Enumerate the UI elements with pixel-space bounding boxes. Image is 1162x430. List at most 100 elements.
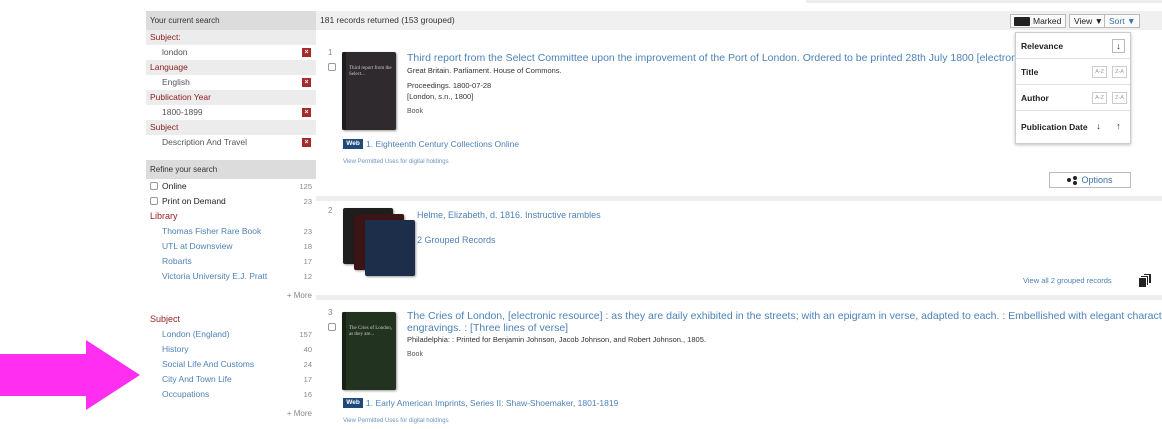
web-badge: Web bbox=[343, 139, 363, 149]
current-facet-value: london × bbox=[146, 45, 316, 60]
record-imprint: [London, s.n., 1800] bbox=[407, 92, 474, 101]
sort-author[interactable]: Author A-Z Z-A bbox=[1016, 85, 1130, 111]
options-label: Options bbox=[1081, 175, 1113, 185]
facet-subject-item[interactable]: London (England) 157 bbox=[146, 327, 316, 342]
refine-search-header: Refine your search bbox=[146, 160, 316, 179]
view-button[interactable]: View ▼ bbox=[1069, 14, 1109, 28]
record-format: Book bbox=[407, 351, 423, 358]
arrow-down-icon[interactable]: ↓ bbox=[1092, 120, 1105, 134]
remove-filter-icon[interactable]: × bbox=[302, 78, 311, 87]
sort-button[interactable]: Sort ▼ bbox=[1104, 14, 1141, 28]
print-on-demand-checkbox[interactable] bbox=[150, 197, 158, 205]
results-count: 181 records returned (153 grouped) bbox=[320, 15, 455, 25]
sort-za-button[interactable]: Z-A bbox=[1112, 92, 1127, 104]
book-spine bbox=[342, 52, 346, 130]
book-cover[interactable]: Third report from the Select... bbox=[342, 52, 396, 130]
cover-text: The Cries of London, as they are... bbox=[349, 326, 393, 337]
current-search-header: Your current search bbox=[146, 11, 316, 30]
record-proceedings: Proceedings. 1800-07-28 bbox=[407, 81, 492, 90]
sort-publication-date[interactable]: Publication Date ↓ ↑ bbox=[1016, 111, 1130, 143]
marked-label: Marked bbox=[1033, 16, 1062, 26]
permitted-uses-link[interactable]: View Permitted Uses for digital holdings bbox=[343, 159, 449, 165]
book-spine bbox=[342, 312, 346, 390]
sort-relevance[interactable]: Relevance ↓ bbox=[1016, 33, 1130, 59]
remove-filter-icon[interactable]: × bbox=[302, 48, 311, 57]
remove-filter-icon[interactable]: × bbox=[302, 108, 311, 117]
record-author: Great Britain. Parliament. House of Comm… bbox=[407, 66, 562, 75]
facet-count: 157 bbox=[299, 330, 312, 339]
current-facet-category: Subject bbox=[146, 120, 316, 135]
current-facet-category: Publication Year bbox=[146, 90, 316, 105]
sort-za-button[interactable]: Z-A bbox=[1112, 66, 1127, 78]
book-cover[interactable]: The Cries of London, as they are... bbox=[342, 312, 396, 390]
web-badge: Web bbox=[343, 398, 363, 408]
facet-label: Social Life And Customs bbox=[162, 359, 255, 369]
sort-label: Title bbox=[1021, 67, 1039, 77]
facet-label: Occupations bbox=[162, 389, 210, 399]
record-number: 3 bbox=[328, 308, 333, 317]
subject-more-link[interactable]: + More bbox=[146, 406, 316, 421]
facet-count: 23 bbox=[303, 227, 312, 236]
results-area: 181 records returned (153 grouped) Marke… bbox=[316, 0, 1162, 430]
arrow-up-icon[interactable]: ↑ bbox=[1112, 120, 1125, 134]
record-divider bbox=[316, 295, 1162, 300]
sort-az-button[interactable]: A-Z bbox=[1092, 66, 1107, 78]
permitted-uses-link[interactable]: View Permitted Uses for digital holdings bbox=[343, 418, 449, 424]
online-access-link[interactable]: 1. Eighteenth Century Collections Online bbox=[366, 139, 519, 149]
facet-subject-item[interactable]: Social Life And Customs 24 bbox=[146, 357, 316, 372]
cover-text: Third report from the Select... bbox=[349, 66, 392, 77]
facet-value-label: Description And Travel bbox=[162, 137, 248, 147]
facet-label: Thomas Fisher Rare Book bbox=[162, 226, 262, 236]
online-access-link[interactable]: 1. Early American Imprints, Series II: S… bbox=[366, 398, 618, 408]
record-title[interactable]: Helme, Elizabeth, d. 1816. Instructive r… bbox=[417, 210, 601, 221]
remove-filter-icon[interactable]: × bbox=[302, 138, 311, 147]
record-checkbox[interactable] bbox=[328, 63, 336, 71]
record-title-continued[interactable]: engravings. : [Three lines of verse] bbox=[407, 323, 568, 334]
record-divider bbox=[316, 196, 1162, 201]
facet-label: History bbox=[162, 344, 189, 354]
record-number: 2 bbox=[328, 206, 333, 215]
facet-online[interactable]: Online 125 bbox=[146, 179, 316, 194]
facet-count: 17 bbox=[303, 375, 312, 384]
facet-value-label: 1800-1899 bbox=[162, 107, 203, 117]
facet-print-on-demand[interactable]: Print on Demand 23 bbox=[146, 194, 316, 209]
facet-label: Victoria University E.J. Pratt bbox=[162, 271, 268, 281]
facet-library-item[interactable]: Thomas Fisher Rare Book 23 bbox=[146, 224, 316, 239]
facet-subject-item[interactable]: City And Town Life 17 bbox=[146, 372, 316, 387]
marked-button[interactable]: Marked bbox=[1010, 14, 1066, 28]
sort-title[interactable]: Title A-Z Z-A bbox=[1016, 59, 1130, 85]
sidebar: Your current search Subject: london × Lan… bbox=[146, 11, 316, 421]
facet-count: 125 bbox=[299, 182, 312, 191]
facet-value-label: English bbox=[162, 77, 190, 87]
record-checkbox[interactable] bbox=[328, 323, 336, 331]
facet-label: Robarts bbox=[162, 256, 192, 266]
results-header: 181 records returned (153 grouped) Marke… bbox=[316, 11, 1162, 30]
facet-value-label: london bbox=[162, 47, 188, 57]
arrow-down-icon[interactable]: ↓ bbox=[1112, 39, 1125, 53]
facet-library-item[interactable]: UTL at Downsview 18 bbox=[146, 239, 316, 254]
grouped-records-link[interactable]: 2 Grouped Records bbox=[417, 235, 496, 246]
top-band bbox=[806, 0, 1162, 3]
current-facet-category: Language bbox=[146, 60, 316, 75]
view-all-grouped-link[interactable]: View all 2 grouped records bbox=[1023, 276, 1112, 285]
facet-library-item[interactable]: Robarts 17 bbox=[146, 254, 316, 269]
facet-count: 18 bbox=[303, 242, 312, 251]
folder-icon bbox=[1014, 17, 1030, 26]
facet-count: 23 bbox=[303, 197, 312, 206]
options-button[interactable]: Options bbox=[1049, 172, 1131, 188]
online-checkbox[interactable] bbox=[150, 182, 158, 190]
sort-az-button[interactable]: A-Z bbox=[1092, 92, 1107, 104]
sort-label: Author bbox=[1021, 93, 1049, 103]
facet-label: Print on Demand bbox=[162, 196, 226, 206]
library-more-link[interactable]: + More bbox=[146, 288, 316, 303]
record-title[interactable]: Third report from the Select Committee u… bbox=[407, 53, 1077, 64]
facet-subject-item[interactable]: History 40 bbox=[146, 342, 316, 357]
current-facet-value: Description And Travel × bbox=[146, 135, 316, 150]
subject-facet-header: Subject bbox=[150, 314, 181, 324]
book-cover[interactable] bbox=[365, 220, 415, 276]
facet-count: 16 bbox=[303, 390, 312, 399]
facet-library-item[interactable]: Victoria University E.J. Pratt 12 bbox=[146, 269, 316, 284]
facet-count: 12 bbox=[303, 272, 312, 281]
record-title[interactable]: The Cries of London, [electronic resourc… bbox=[407, 311, 1162, 322]
facet-subject-item[interactable]: Occupations 16 bbox=[146, 387, 316, 402]
